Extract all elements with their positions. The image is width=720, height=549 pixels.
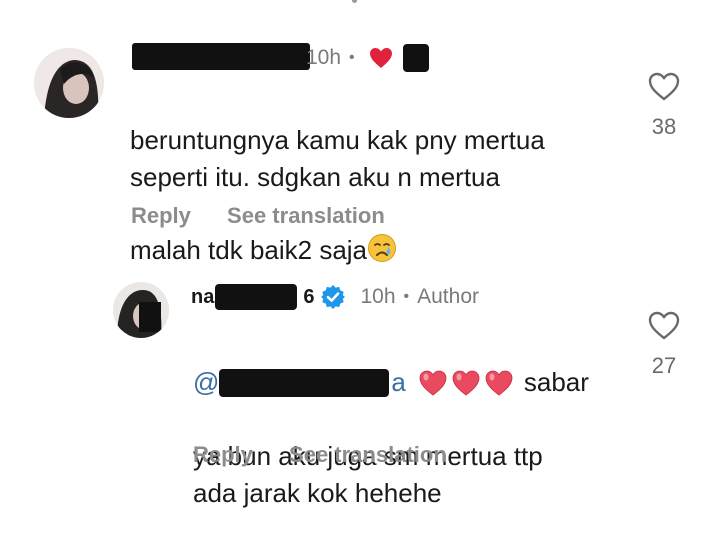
reply-first-line: @ a sabar (193, 364, 613, 401)
reply-time: 10h (360, 285, 396, 308)
heart-icon (369, 47, 393, 69)
like-button[interactable]: 38 (639, 72, 689, 140)
see-translation-button[interactable]: See translation (289, 442, 447, 467)
meta-separator: • (349, 49, 355, 66)
redacted-username (132, 43, 310, 70)
avatar-image (113, 282, 169, 338)
redacted-author-avatar (402, 44, 429, 72)
reply-username-prefix[interactable]: na (191, 286, 214, 309)
reply-username-suffix[interactable]: 6 (303, 286, 314, 309)
heart-outline-icon[interactable] (639, 72, 689, 106)
mention-suffix[interactable]: a (391, 364, 405, 401)
author-badge: Author (417, 285, 479, 308)
reply-actions: Reply See translation (193, 442, 447, 468)
reply-text-line1: sabar (523, 367, 589, 397)
see-translation-button[interactable]: See translation (227, 203, 385, 228)
comment-actions: Reply See translation (131, 203, 385, 229)
reply-comment: na 6 10h • Author @ a sabar ya bun aku j… (0, 240, 720, 508)
reply-button[interactable]: Reply (193, 442, 253, 467)
avatar[interactable] (113, 282, 169, 338)
verified-badge-icon (320, 284, 346, 310)
avatar[interactable] (34, 48, 104, 118)
comment-meta: 10h • (306, 44, 429, 72)
reply-text: @ a sabar ya bun aku juga sm mertua ttp … (193, 327, 613, 549)
redacted-username (215, 284, 298, 310)
comment: 10h • beruntungnya kamu kak pny mertua s… (0, 0, 720, 265)
reply-meta: na 6 10h • Author (191, 284, 479, 310)
meta-separator: • (403, 288, 410, 305)
comment-time: 10h (306, 46, 342, 69)
like-count: 38 (651, 114, 677, 139)
heart-emoji-icon (418, 368, 514, 398)
mention-prefix[interactable]: @ (193, 364, 219, 401)
like-button[interactable]: 27 (639, 311, 689, 379)
like-count: 27 (651, 353, 677, 378)
avatar-image (34, 48, 104, 118)
redacted-mention (219, 368, 390, 397)
heart-outline-icon[interactable] (639, 311, 689, 345)
reply-button[interactable]: Reply (131, 203, 191, 228)
